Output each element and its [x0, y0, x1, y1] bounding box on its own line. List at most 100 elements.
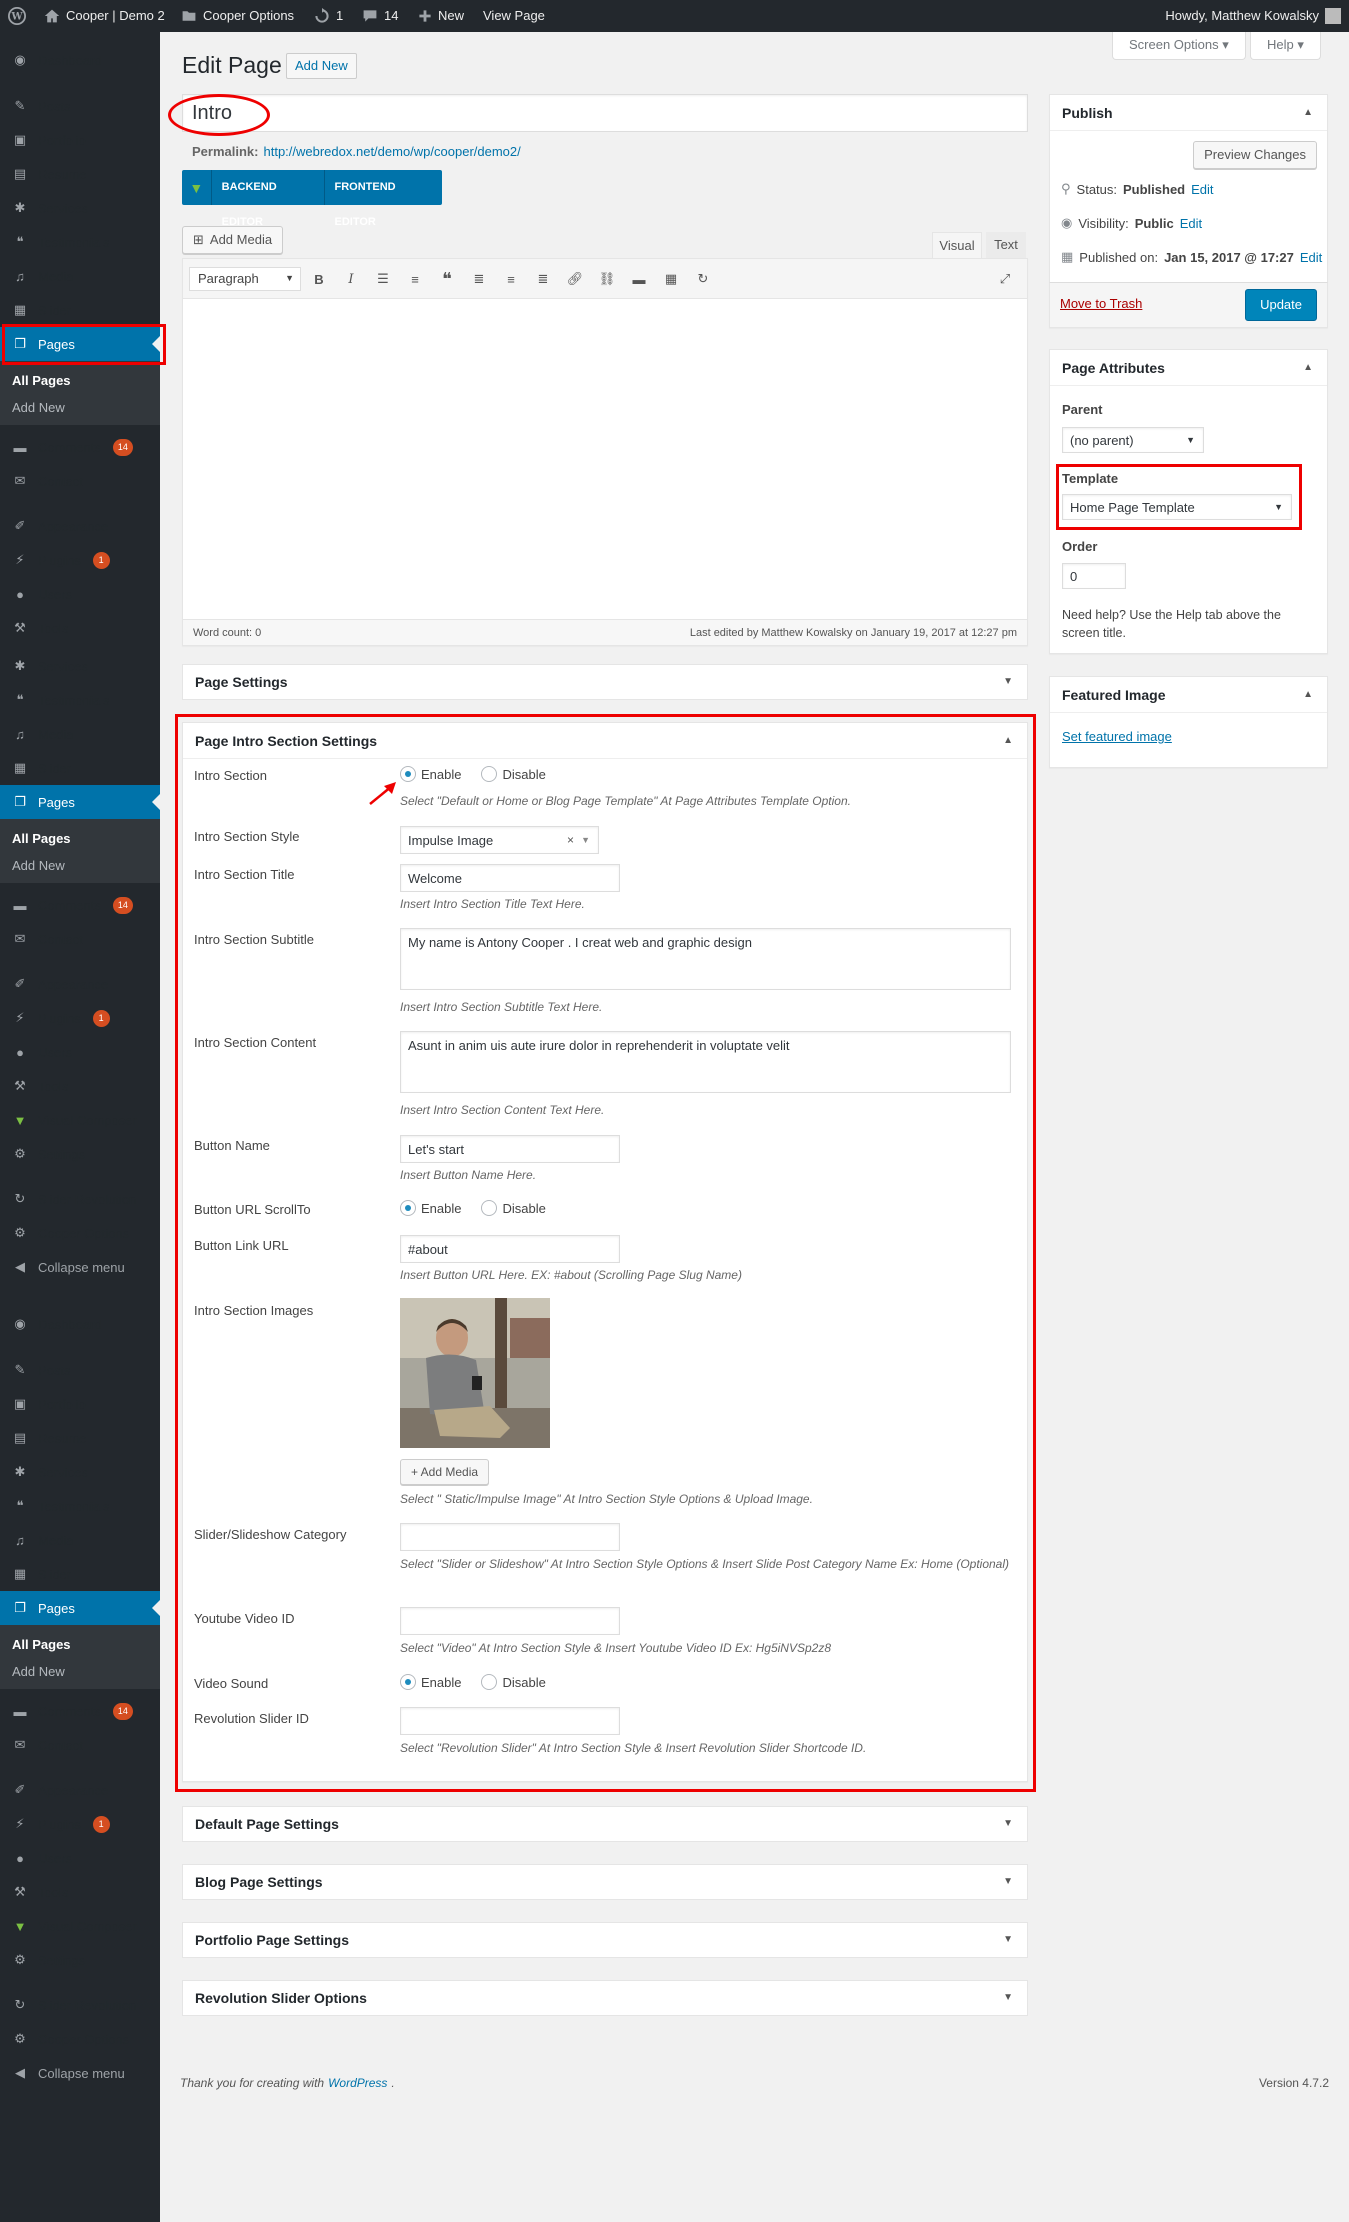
align-left-icon[interactable]: ≣: [465, 265, 493, 293]
disable-radio[interactable]: [481, 1200, 498, 1216]
default-page-settings-box[interactable]: Default Page Settings ▼: [182, 1806, 1028, 1842]
editor-content[interactable]: [183, 299, 1027, 621]
bullet-list-icon[interactable]: ☰: [369, 265, 397, 293]
toolbar-toggle-icon[interactable]: ▦: [657, 265, 685, 293]
menu-tools-3[interactable]: ⚒ Tools: [0, 1875, 160, 1909]
link-url-input[interactable]: #about: [400, 1235, 620, 1263]
account-menu[interactable]: Howdy, Matthew Kowalsky: [1165, 0, 1341, 32]
intro-title-input[interactable]: Welcome: [400, 864, 620, 892]
publish-header[interactable]: Publish ▲: [1050, 95, 1327, 131]
menu-plugins[interactable]: ⚡ Plugins 1: [0, 543, 160, 577]
slider-category-input[interactable]: [400, 1523, 620, 1551]
menu-slider[interactable]: ▦ Slider: [0, 293, 160, 327]
youtube-id-input[interactable]: [400, 1607, 620, 1635]
menu-slider-revolution[interactable]: ↻ Slider Revolution: [0, 1182, 160, 1216]
menu-contact[interactable]: ✉ Contact: [0, 464, 160, 498]
button-name-input[interactable]: Let's start: [400, 1135, 620, 1163]
menu-dashboard-2[interactable]: ◉ Dashboard: [0, 1307, 160, 1341]
view-page-link[interactable]: View Page: [483, 0, 545, 32]
refresh-icon[interactable]: ↻: [689, 265, 717, 293]
tab-text[interactable]: Text: [986, 232, 1026, 258]
parent-select[interactable]: (no parent) ▼: [1062, 427, 1204, 453]
disable-radio[interactable]: [481, 766, 498, 782]
submenu-add-new[interactable]: Add New: [0, 1658, 160, 1685]
menu-testimonials[interactable]: ❝ Testimonials: [0, 225, 160, 259]
menu-plugins-3[interactable]: ⚡ Plugins 1: [0, 1807, 160, 1841]
revolution-id-input[interactable]: [400, 1707, 620, 1735]
intro-image-thumbnail[interactable]: [400, 1298, 550, 1448]
link-icon[interactable]: 🔗︎: [561, 265, 589, 293]
blockquote-icon[interactable]: ❝: [433, 265, 461, 293]
intro-content-textarea[interactable]: Asunt in anim uis aute irure dolor in re…: [400, 1031, 1011, 1093]
menu-pages-2[interactable]: ❐ Pages: [0, 785, 160, 819]
wordpress-logo-icon[interactable]: W: [8, 0, 26, 32]
wordpress-link[interactable]: WordPress: [328, 2076, 387, 2090]
menu-users[interactable]: ● Users: [0, 577, 160, 611]
menu-portfolio-2[interactable]: ▣ Portfolio: [0, 1387, 160, 1421]
add-media-button[interactable]: ⊞ Add Media: [182, 226, 284, 254]
title-input[interactable]: Intro: [182, 94, 1028, 132]
page-settings-box[interactable]: Page Settings ▼: [182, 664, 1028, 700]
submenu-all-pages[interactable]: All Pages: [0, 825, 160, 852]
submenu-all-pages[interactable]: All Pages: [0, 1631, 160, 1658]
blog-page-settings-box[interactable]: Blog Page Settings ▼: [182, 1864, 1028, 1900]
menu-media-2[interactable]: ♫ Media: [0, 717, 160, 751]
new-content-link[interactable]: New: [418, 0, 464, 32]
menu-contact-2[interactable]: ✉ Contact: [0, 922, 160, 956]
enable-radio[interactable]: [400, 766, 416, 782]
update-button[interactable]: Update: [1245, 289, 1317, 321]
menu-cooper-options[interactable]: ⚙ Cooper Options: [0, 1216, 160, 1250]
menu-posts-2[interactable]: ✎ Posts: [0, 1353, 160, 1387]
tab-visual[interactable]: Visual: [932, 232, 982, 258]
portfolio-page-settings-box[interactable]: Portfolio Page Settings ▼: [182, 1922, 1028, 1958]
menu-posts[interactable]: ✎ Posts: [0, 89, 160, 123]
site-name-link[interactable]: Cooper | Demo 2: [44, 0, 165, 32]
cooper-options-link[interactable]: Cooper Options: [181, 0, 294, 32]
permalink-link[interactable]: http://webredox.net/demo/wp/cooper/demo2…: [263, 144, 520, 159]
italic-icon[interactable]: I: [337, 265, 365, 293]
fullscreen-icon[interactable]: ⤢: [991, 265, 1019, 293]
align-right-icon[interactable]: ≣: [529, 265, 557, 293]
menu-media-3[interactable]: ♫ Media: [0, 1523, 160, 1557]
intro-subtitle-textarea[interactable]: My name is Antony Cooper . I creat web a…: [400, 928, 1011, 990]
read-more-icon[interactable]: ▬: [625, 265, 653, 293]
screen-options-tab[interactable]: Screen Options ▾: [1112, 32, 1246, 60]
menu-contact-3[interactable]: ✉ Contact: [0, 1728, 160, 1762]
menu-portfolio[interactable]: ▣ Portfolio: [0, 123, 160, 157]
menu-users-2[interactable]: ● Users: [0, 1035, 160, 1069]
menu-tools[interactable]: ⚒ Tools: [0, 611, 160, 645]
preview-changes-button[interactable]: Preview Changes: [1193, 141, 1317, 169]
submenu-add-new[interactable]: Add New: [0, 394, 160, 421]
edit-date-link[interactable]: Edit: [1300, 250, 1322, 265]
menu-settings-2[interactable]: ⚙ Settings: [0, 1943, 160, 1977]
order-input[interactable]: 0: [1062, 563, 1126, 589]
menu-slider-2[interactable]: ▦ Slider: [0, 751, 160, 785]
comments-link[interactable]: 14: [362, 0, 398, 32]
menu-appearance-2[interactable]: ✐ Appearance: [0, 967, 160, 1001]
menu-services[interactable]: ✱ Services: [0, 191, 160, 225]
menu-comments-3[interactable]: ▬ Comments 14: [0, 1694, 160, 1728]
menu-services-2[interactable]: ✱ Services: [0, 649, 160, 683]
menu-resume[interactable]: ▤ Resume: [0, 157, 160, 191]
menu-testimonials-3[interactable]: ❝ Testimonials: [0, 1489, 160, 1523]
menu-tools-2[interactable]: ⚒ Tools: [0, 1069, 160, 1103]
format-select[interactable]: Paragraph ▼: [189, 267, 301, 291]
menu-visual-composer-2[interactable]: ▼ Visual Composer: [0, 1909, 160, 1943]
edit-visibility-link[interactable]: Edit: [1180, 216, 1202, 231]
collapse-menu-button[interactable]: ◀ Collapse menu: [0, 1250, 160, 1284]
style-select[interactable]: Impulse Image × ▼: [400, 826, 599, 854]
menu-services-3[interactable]: ✱ Services: [0, 1455, 160, 1489]
disable-radio[interactable]: [481, 1674, 498, 1690]
submenu-all-pages[interactable]: All Pages: [0, 367, 160, 394]
featured-image-header[interactable]: Featured Image ▲: [1050, 677, 1327, 713]
add-new-button[interactable]: Add New: [286, 53, 357, 79]
updates-link[interactable]: 1: [314, 0, 343, 32]
align-center-icon[interactable]: ≡: [497, 265, 525, 293]
visual-composer-icon[interactable]: ▼: [182, 170, 212, 205]
frontend-editor-button[interactable]: FRONTEND EDITOR: [325, 170, 443, 228]
help-tab[interactable]: Help ▾: [1250, 32, 1321, 60]
page-attributes-header[interactable]: Page Attributes ▲: [1050, 350, 1327, 386]
collapse-menu-button-2[interactable]: ◀ Collapse menu: [0, 2056, 160, 2090]
edit-status-link[interactable]: Edit: [1191, 182, 1213, 197]
enable-radio[interactable]: [400, 1200, 416, 1216]
